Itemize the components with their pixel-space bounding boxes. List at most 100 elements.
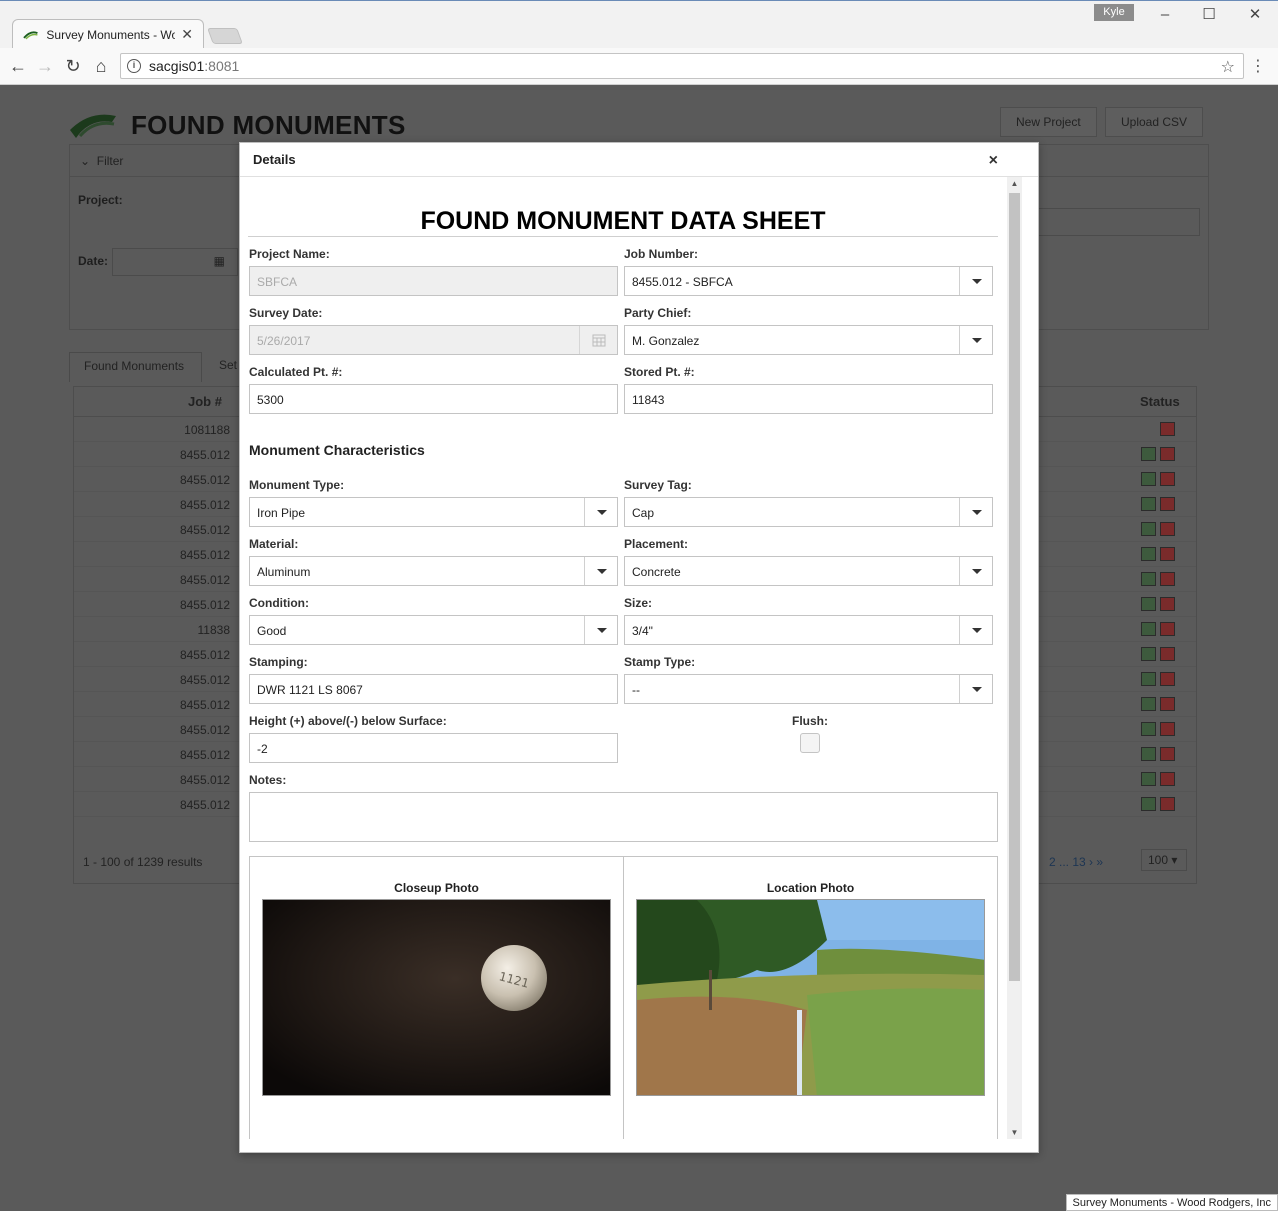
project-name-input[interactable]: SBFCA <box>249 266 618 296</box>
job-cell: 8455.012 <box>179 673 230 687</box>
xy-status-icon[interactable] <box>1160 572 1175 586</box>
party-chief-select[interactable]: M. Gonzalez <box>624 325 993 355</box>
qc-status-icon[interactable] <box>1141 572 1156 586</box>
qc-status-icon[interactable] <box>1141 722 1156 736</box>
job-cell: 8455.012 <box>179 573 230 587</box>
home-icon[interactable]: ⌂ <box>90 55 112 77</box>
project-input[interactable] <box>1038 208 1200 236</box>
calendar-icon[interactable]: ▦ <box>214 254 225 268</box>
qc-status-icon[interactable] <box>1141 697 1156 711</box>
chevron-down-icon[interactable] <box>959 675 992 703</box>
condition-label: Condition: <box>249 596 309 610</box>
monument-type-select[interactable]: Iron Pipe <box>249 497 618 527</box>
stored-pt-input[interactable]: 11843 <box>624 384 993 414</box>
xy-status-icon[interactable] <box>1160 422 1175 436</box>
job-number-select[interactable]: 8455.012 - SBFCA <box>624 266 993 296</box>
qc-status-icon[interactable] <box>1141 497 1156 511</box>
browser-menu-icon[interactable]: ⋮ <box>1250 56 1266 76</box>
xy-status-icon[interactable] <box>1160 672 1175 686</box>
back-icon[interactable]: ← <box>7 55 29 77</box>
qc-status-icon[interactable] <box>1141 622 1156 636</box>
job-cell: 11838 <box>197 623 230 637</box>
monument-type-value: Iron Pipe <box>257 506 306 520</box>
notes-textarea[interactable] <box>249 792 998 842</box>
date-input[interactable]: ▦ <box>112 248 238 276</box>
profile-badge[interactable]: Kyle <box>1094 4 1134 21</box>
chevron-down-icon[interactable] <box>959 557 992 585</box>
xy-status-icon[interactable] <box>1160 547 1175 561</box>
qc-status-icon[interactable] <box>1141 672 1156 686</box>
stored-pt-label: Stored Pt. #: <box>624 365 695 379</box>
survey-date-input[interactable]: 5/26/2017 <box>249 325 618 355</box>
material-select[interactable]: Aluminum <box>249 556 618 586</box>
new-tab-button[interactable] <box>207 28 243 44</box>
tab-found-monuments[interactable]: Found Monuments <box>69 352 202 382</box>
qc-status-icon[interactable] <box>1141 747 1156 761</box>
page-links[interactable]: 2 ... 13 › » <box>1049 855 1103 869</box>
xy-status-icon[interactable] <box>1160 522 1175 536</box>
size-label: Size: <box>624 596 653 610</box>
close-window-icon[interactable]: ✕ <box>1240 5 1270 25</box>
chevron-down-icon[interactable] <box>584 498 617 526</box>
modal-scrollbar[interactable]: ▲ ▼ <box>1007 177 1022 1139</box>
page-size-select[interactable]: 100 ▾ <box>1141 849 1187 871</box>
calendar-icon[interactable] <box>579 326 617 354</box>
reload-icon[interactable]: ↻ <box>62 55 84 77</box>
scroll-up-icon[interactable]: ▲ <box>1007 179 1022 188</box>
scrollbar-thumb[interactable] <box>1009 193 1020 981</box>
calculated-pt-input[interactable]: 5300 <box>249 384 618 414</box>
chevron-down-icon[interactable] <box>584 616 617 644</box>
chevron-down-icon[interactable] <box>584 557 617 585</box>
address-bar[interactable]: i sacgis01:8081 ☆ <box>120 53 1244 79</box>
xy-status-icon[interactable] <box>1160 447 1175 461</box>
maximize-icon[interactable]: ☐ <box>1194 5 1224 25</box>
minimize-icon[interactable]: – <box>1150 5 1180 25</box>
xy-status-icon[interactable] <box>1160 747 1175 761</box>
qc-status-icon[interactable] <box>1141 547 1156 561</box>
qc-status-icon[interactable] <box>1141 522 1156 536</box>
xy-status-icon[interactable] <box>1160 622 1175 636</box>
close-icon[interactable]: × <box>989 152 998 170</box>
xy-status-icon[interactable] <box>1160 772 1175 786</box>
stamp-type-select[interactable]: -- <box>624 674 993 704</box>
location-photo[interactable] <box>636 899 985 1096</box>
status-column-header[interactable]: Status <box>1140 394 1180 409</box>
xy-status-icon[interactable] <box>1160 472 1175 486</box>
scroll-down-icon[interactable]: ▼ <box>1007 1128 1022 1137</box>
xy-status-icon[interactable] <box>1160 797 1175 811</box>
qc-status-icon[interactable] <box>1141 597 1156 611</box>
job-cell: 8455.012 <box>179 548 230 562</box>
tab-close-icon[interactable]: ✕ <box>181 26 193 43</box>
xy-status-icon[interactable] <box>1160 597 1175 611</box>
forward-icon[interactable]: → <box>34 55 56 77</box>
xy-status-icon[interactable] <box>1160 647 1175 661</box>
condition-select[interactable]: Good <box>249 615 618 645</box>
chevron-down-icon[interactable] <box>959 498 992 526</box>
site-info-icon[interactable]: i <box>127 59 141 73</box>
xy-status-icon[interactable] <box>1160 722 1175 736</box>
survey-tag-select[interactable]: Cap <box>624 497 993 527</box>
new-project-button[interactable]: New Project <box>1000 107 1097 137</box>
bookmark-star-icon[interactable]: ☆ <box>1221 57 1235 77</box>
xy-status-icon[interactable] <box>1160 497 1175 511</box>
height-input[interactable]: -2 <box>249 733 618 763</box>
chevron-down-icon[interactable] <box>959 326 992 354</box>
qc-status-icon[interactable] <box>1141 447 1156 461</box>
material-label: Material: <box>249 537 299 551</box>
job-column-header[interactable]: Job # <box>188 394 222 409</box>
qc-status-icon[interactable] <box>1141 797 1156 811</box>
stamping-input[interactable]: DWR 1121 LS 8067 <box>249 674 618 704</box>
xy-status-icon[interactable] <box>1160 697 1175 711</box>
browser-tab[interactable]: Survey Monuments - Wo ✕ <box>12 19 204 49</box>
job-number-label: Job Number: <box>624 247 699 261</box>
flush-checkbox[interactable] <box>800 733 820 753</box>
qc-status-icon[interactable] <box>1141 647 1156 661</box>
qc-status-icon[interactable] <box>1141 472 1156 486</box>
size-select[interactable]: 3/4" <box>624 615 993 645</box>
chevron-down-icon[interactable] <box>959 267 992 295</box>
upload-csv-button[interactable]: Upload CSV <box>1105 107 1204 137</box>
qc-status-icon[interactable] <box>1141 772 1156 786</box>
chevron-down-icon[interactable] <box>959 616 992 644</box>
closeup-photo[interactable]: 1121 <box>262 899 611 1096</box>
placement-select[interactable]: Concrete <box>624 556 993 586</box>
